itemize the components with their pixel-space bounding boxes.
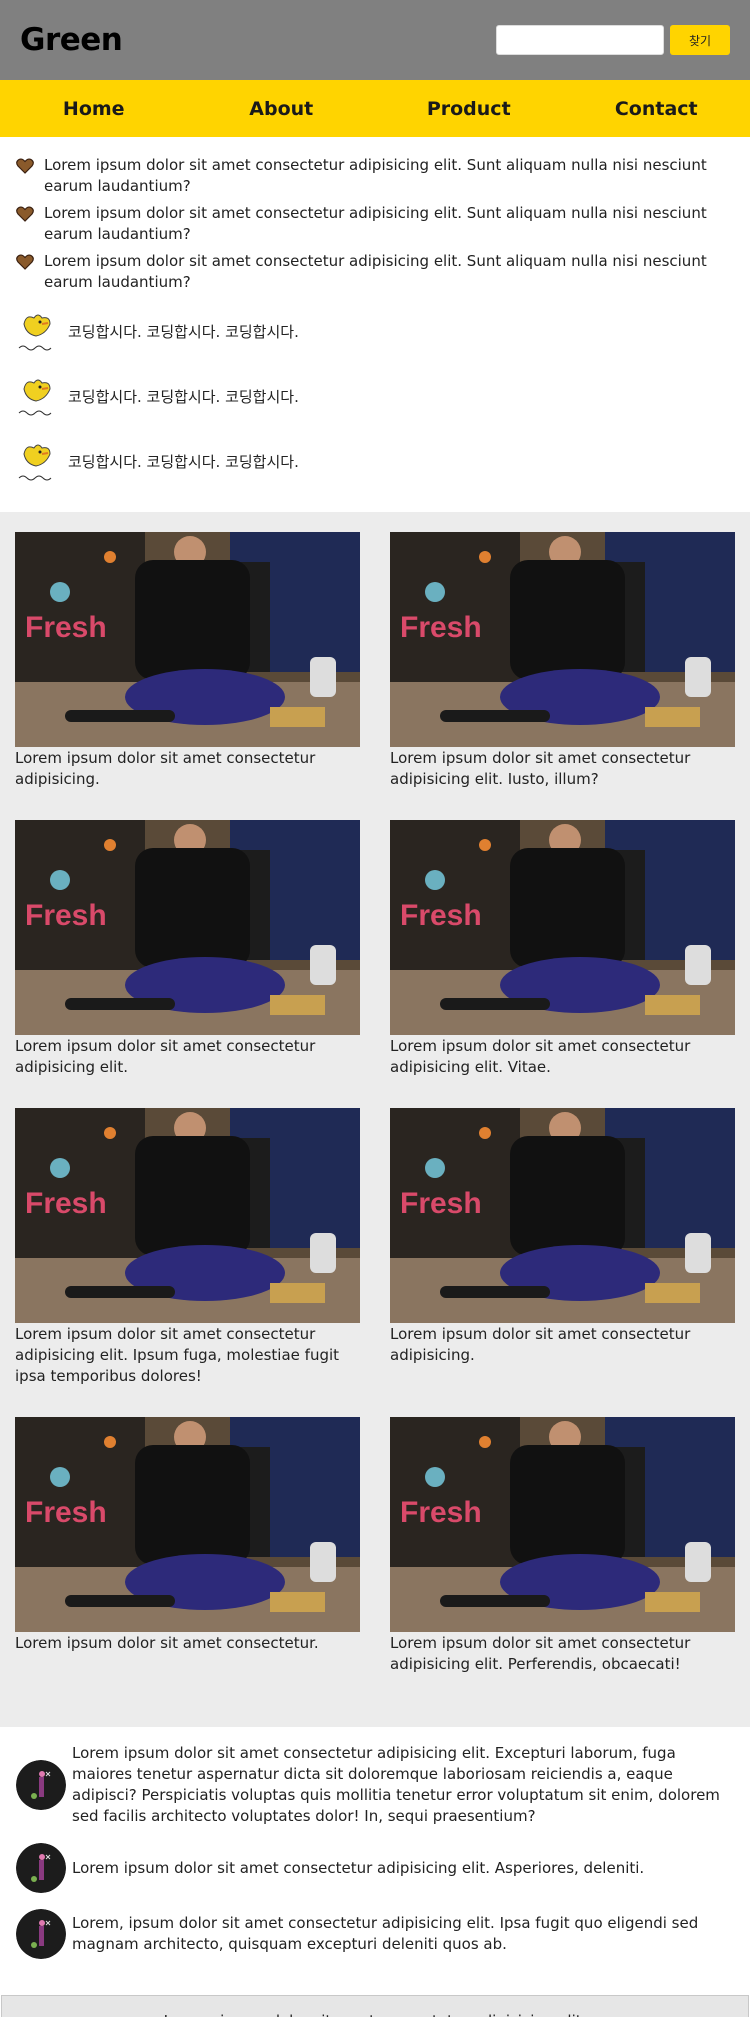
list-item: 코딩합시다. 코딩합시다. 코딩합시다. [16, 429, 736, 494]
comment-item: Lorem ipsum dolor sit amet consectetur a… [16, 1843, 734, 1893]
gallery-card[interactable]: Lorem ipsum dolor sit amet consectetur a… [15, 532, 360, 790]
photo-image[interactable] [15, 820, 360, 1035]
gallery-card[interactable]: Lorem ipsum dolor sit amet consectetur a… [390, 1108, 735, 1387]
gallery-card[interactable]: Lorem ipsum dolor sit amet consectetur a… [15, 820, 360, 1078]
photo-image[interactable] [15, 1108, 360, 1323]
avatar[interactable] [16, 1760, 66, 1810]
card-caption: Lorem ipsum dolor sit amet consectetur a… [390, 1634, 691, 1673]
photo-image[interactable] [15, 532, 360, 747]
photo-image[interactable] [390, 532, 735, 747]
list-item-text: Lorem ipsum dolor sit amet consectetur a… [44, 204, 707, 243]
nav-home[interactable]: Home [0, 80, 188, 137]
gallery-card[interactable]: Lorem ipsum dolor sit amet consectetur a… [15, 1108, 360, 1387]
search-bar: 찾기 [496, 25, 730, 55]
bird-logo-icon [16, 440, 56, 484]
site-footer: Lorem, ipsum dolor sit amet consectetur … [1, 1995, 749, 2017]
bird-logo-icon [16, 310, 56, 354]
list-item-text: 코딩합시다. 코딩합시다. 코딩합시다. [68, 453, 299, 471]
list-item-text: Lorem ipsum dolor sit amet consectetur a… [44, 252, 707, 291]
gallery-card[interactable]: Lorem ipsum dolor sit amet consectetur a… [390, 532, 735, 790]
site-logo[interactable]: Green [20, 22, 123, 58]
card-caption: Lorem ipsum dolor sit amet consectetur a… [15, 1037, 316, 1076]
comment-text: Lorem ipsum dolor sit amet consectetur a… [72, 1744, 720, 1825]
list-item-text: 코딩합시다. 코딩합시다. 코딩합시다. [68, 323, 299, 341]
heart-icon [16, 158, 34, 174]
bird-logo-icon [16, 375, 56, 419]
gallery-card[interactable]: Lorem ipsum dolor sit amet consectetur a… [390, 1417, 735, 1675]
card-caption: Lorem ipsum dolor sit amet consectetur a… [390, 749, 691, 788]
avatar[interactable] [16, 1909, 66, 1959]
photo-image[interactable] [390, 1417, 735, 1632]
photo-image[interactable] [390, 820, 735, 1035]
card-caption: Lorem ipsum dolor sit amet consectetur a… [15, 749, 316, 788]
list-item: Lorem ipsum dolor sit amet consectetur a… [16, 155, 736, 197]
photo-gallery: Lorem ipsum dolor sit amet consectetur a… [0, 512, 750, 1727]
photo-image[interactable] [15, 1417, 360, 1632]
main-nav: Home About Product Contact [0, 80, 750, 137]
list-item-text: Lorem ipsum dolor sit amet consectetur a… [44, 156, 707, 195]
list-item: Lorem ipsum dolor sit amet consectetur a… [16, 251, 736, 293]
heart-icon [16, 206, 34, 222]
comment-list: Lorem ipsum dolor sit amet consectetur a… [0, 1727, 750, 1995]
search-button[interactable]: 찾기 [670, 25, 730, 55]
comment-text: Lorem, ipsum dolor sit amet consectetur … [72, 1914, 699, 1953]
nav-about[interactable]: About [188, 80, 376, 137]
comment-text: Lorem ipsum dolor sit amet consectetur a… [72, 1858, 645, 1877]
feature-list: Lorem ipsum dolor sit amet consectetur a… [0, 137, 750, 512]
nav-product[interactable]: Product [375, 80, 563, 137]
gallery-card[interactable]: Lorem ipsum dolor sit amet consectetur. [15, 1417, 360, 1675]
gallery-card[interactable]: Lorem ipsum dolor sit amet consectetur a… [390, 820, 735, 1078]
card-caption: Lorem ipsum dolor sit amet consectetur a… [390, 1037, 691, 1076]
avatar[interactable] [16, 1843, 66, 1893]
search-input[interactable] [496, 25, 664, 55]
nav-contact[interactable]: Contact [563, 80, 750, 137]
card-caption: Lorem ipsum dolor sit amet consectetur. [15, 1634, 319, 1652]
list-item: Lorem ipsum dolor sit amet consectetur a… [16, 203, 736, 245]
list-item-text: 코딩합시다. 코딩합시다. 코딩합시다. [68, 388, 299, 406]
comment-item: Lorem ipsum dolor sit amet consectetur a… [16, 1743, 734, 1827]
heart-icon [16, 254, 34, 270]
photo-image[interactable] [390, 1108, 735, 1323]
comment-item: Lorem, ipsum dolor sit amet consectetur … [16, 1909, 734, 1959]
list-item: 코딩합시다. 코딩합시다. 코딩합시다. [16, 364, 736, 429]
list-item: 코딩합시다. 코딩합시다. 코딩합시다. [16, 299, 736, 364]
card-caption: Lorem ipsum dolor sit amet consectetur a… [15, 1325, 340, 1385]
card-caption: Lorem ipsum dolor sit amet consectetur a… [390, 1325, 691, 1364]
site-header: Green 찾기 [0, 0, 750, 80]
